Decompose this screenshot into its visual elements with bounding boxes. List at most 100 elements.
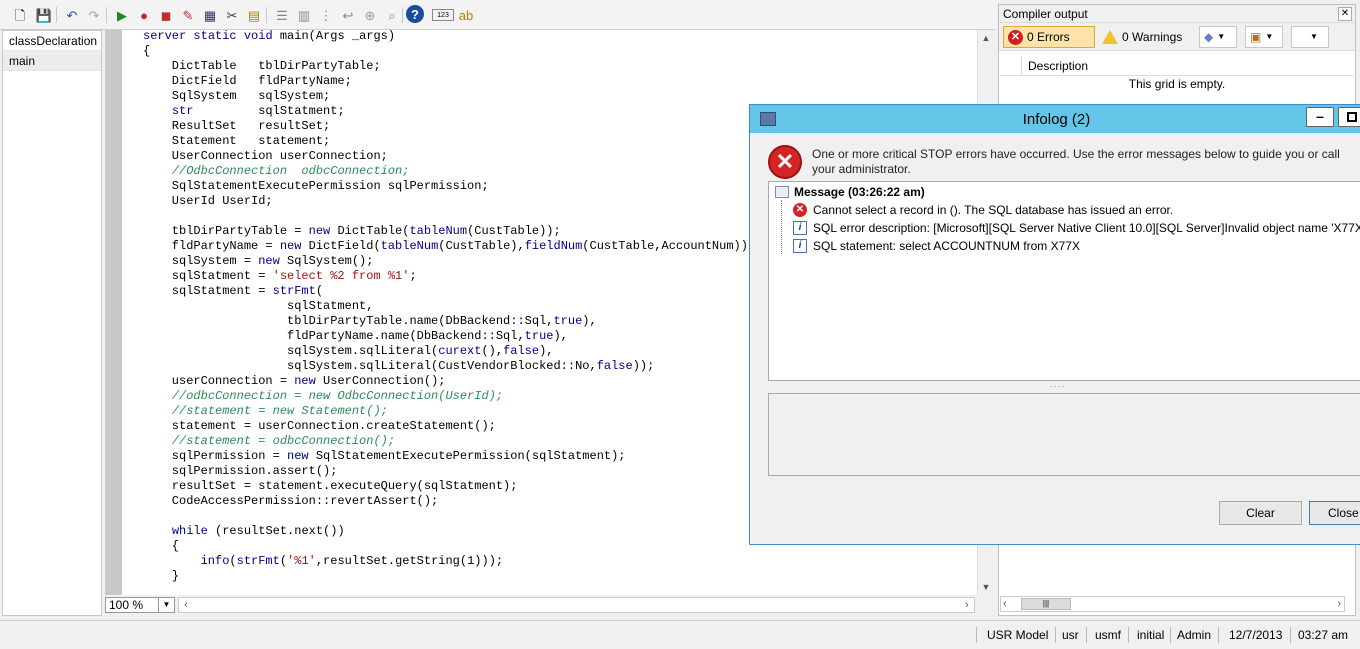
message-group-label: Message (03:26:22 am) <box>794 185 925 199</box>
code-line[interactable]: str sqlStatment; <box>143 104 755 119</box>
warning-icon <box>1102 30 1118 44</box>
code-line[interactable]: while (resultSet.next()) <box>143 524 755 539</box>
code-line[interactable]: SqlSystem sqlSystem; <box>143 89 755 104</box>
abc-icon[interactable]: ab <box>456 5 476 25</box>
error-icon: ✕ <box>1008 29 1023 45</box>
code-line[interactable]: { <box>143 539 755 554</box>
code-line[interactable]: fldPartyName.name(DbBackend::Sql,true), <box>143 329 755 344</box>
code-line[interactable]: DictTable tblDirPartyTable; <box>143 59 755 74</box>
minimize-button[interactable]: – <box>1306 107 1334 127</box>
help-icon[interactable]: ? <box>406 5 424 23</box>
code-line[interactable]: ​ <box>143 209 755 224</box>
maximize-button[interactable] <box>1338 107 1360 127</box>
code-line[interactable]: tblDirPartyTable = new DictTable(tableNu… <box>143 224 755 239</box>
status-date: 12/7/2013 <box>1229 628 1283 642</box>
code-line[interactable]: sqlPermission = new SqlStatementExecuteP… <box>143 449 755 464</box>
splitter-handle[interactable]: ···· <box>750 381 1360 391</box>
code-line[interactable]: CodeAccessPermission::revertAssert(); <box>143 494 755 509</box>
find-icon[interactable]: ⌕ <box>382 5 402 25</box>
list-icon[interactable]: ☰ <box>272 5 292 25</box>
breakpoint-icon[interactable]: ● <box>134 5 154 25</box>
eraser-icon: ◆ <box>1204 30 1214 44</box>
status-separator <box>1218 627 1219 643</box>
scroll-down-icon[interactable]: ▼ <box>978 579 994 595</box>
compiler-output-title-text: Compiler output <box>1003 7 1088 21</box>
code-line[interactable]: UserId UserId; <box>143 194 755 209</box>
lookup-icon[interactable]: ✂ <box>222 5 242 25</box>
chevron-down-icon: ▼ <box>1310 32 1318 41</box>
code-line[interactable]: resultSet = statement.executeQuery(sqlSt… <box>143 479 755 494</box>
method-item-main[interactable]: main <box>3 51 101 71</box>
scrollbar-thumb[interactable]: ||| <box>1021 598 1071 610</box>
run-icon[interactable]: ▶ <box>112 5 132 25</box>
script-icon[interactable]: ▤ <box>244 5 264 25</box>
redo-icon[interactable]: ↷ <box>84 5 104 25</box>
infolog-message-tree[interactable]: Message (03:26:22 am) ✕ Cannot select a … <box>768 181 1360 381</box>
code-line[interactable]: ResultSet resultSet; <box>143 119 755 134</box>
line-numbers-icon[interactable]: 123 <box>432 9 454 21</box>
code-line[interactable]: tblDirPartyTable.name(DbBackend::Sql,tru… <box>143 314 755 329</box>
code-line[interactable]: sqlPermission.assert(); <box>143 464 755 479</box>
method-item-classdeclaration[interactable]: classDeclaration <box>3 31 101 51</box>
infolog-titlebar[interactable]: Infolog (2) – <box>750 105 1360 133</box>
code-line[interactable]: DictField fldPartyName; <box>143 74 755 89</box>
code-line[interactable]: { <box>143 44 755 59</box>
scroll-up-icon[interactable]: ▲ <box>978 30 994 46</box>
code-line[interactable]: sqlSystem.sqlLiteral(CustVendorBlocked::… <box>143 359 755 374</box>
description-column-header[interactable]: Description <box>1028 59 1088 73</box>
close-icon[interactable]: ✕ <box>1338 7 1352 21</box>
editor-horizontal-scrollbar[interactable]: ‹ › <box>178 597 975 613</box>
clear-button[interactable]: Clear <box>1219 501 1302 525</box>
infolog-item-text: SQL statement: select ACCOUNTNUM from X7… <box>813 239 1080 253</box>
code-line[interactable]: UserConnection userConnection; <box>143 149 755 164</box>
code-line[interactable]: sqlStatment = 'select %2 from %1'; <box>143 269 755 284</box>
undo-icon[interactable]: ↶ <box>62 5 82 25</box>
status-separator <box>1170 627 1171 643</box>
code-line[interactable]: statement = userConnection.createStateme… <box>143 419 755 434</box>
maximize-icon <box>1347 112 1357 122</box>
code-line[interactable]: sqlStatment = strFmt( <box>143 284 755 299</box>
scroll-left-icon[interactable]: ‹ <box>179 598 193 612</box>
scroll-left-icon[interactable]: ‹ <box>1003 597 1007 611</box>
code-line[interactable]: server static void main(Args _args) <box>143 30 755 44</box>
new-icon[interactable]: 🗋 <box>10 5 30 25</box>
remove-breakpoints-icon[interactable]: ✎ <box>178 5 198 25</box>
compile-icon[interactable]: ▦ <box>200 5 220 25</box>
chevron-down-icon: ▼ <box>1217 32 1226 41</box>
toggle-breakpoint-icon[interactable]: ◼ <box>156 5 176 25</box>
code-line[interactable]: //odbcConnection = new OdbcConnection(Us… <box>143 389 755 404</box>
infolog-detail-pane <box>768 393 1360 476</box>
errors-filter-button[interactable]: ✕ 0 Errors <box>1003 26 1095 48</box>
warnings-filter-button[interactable]: 0 Warnings <box>1097 26 1189 48</box>
save-icon[interactable]: 💾 <box>34 5 54 25</box>
code-line[interactable]: //OdbcConnection odbcConnection; <box>143 164 755 179</box>
tasks-filter-button[interactable]: ▣ ▼ <box>1245 26 1283 48</box>
code-line[interactable]: info(strFmt('%1',resultSet.getString(1))… <box>143 554 755 569</box>
status-bar: USR Model usr usmf initial Admin 12/7/20… <box>0 620 1360 649</box>
properties-icon[interactable]: ▥ <box>294 5 314 25</box>
code-line[interactable]: SqlStatementExecutePermission sqlPermiss… <box>143 179 755 194</box>
scroll-right-icon[interactable]: › <box>1337 597 1341 611</box>
chevron-down-icon[interactable]: ▼ <box>158 598 174 612</box>
code-line[interactable]: userConnection = new UserConnection(); <box>143 374 755 389</box>
code-line[interactable]: //statement = new Statement(); <box>143 404 755 419</box>
close-button[interactable]: Close <box>1309 501 1360 525</box>
code-line[interactable]: ​ <box>143 509 755 524</box>
code-line[interactable]: sqlSystem.sqlLiteral(curext(),false), <box>143 344 755 359</box>
zoom-select[interactable]: 100 % ▼ <box>105 597 175 613</box>
status-partition: initial <box>1137 628 1165 642</box>
compiler-horizontal-scrollbar[interactable]: ‹ ||| › <box>1000 596 1345 612</box>
code-line[interactable]: sqlSystem = new SqlSystem(); <box>143 254 755 269</box>
code-line[interactable]: sqlStatment, <box>143 299 755 314</box>
code-line[interactable]: //statement = odbcConnection(); <box>143 434 755 449</box>
code-text[interactable]: server static void main(Args _args){ Dic… <box>143 30 755 584</box>
back-icon[interactable]: ↩ <box>338 5 358 25</box>
forward-icon[interactable]: ⊕ <box>360 5 380 25</box>
best-practice-filter-button[interactable]: ◆ ▼ <box>1199 26 1237 48</box>
code-line[interactable]: fldPartyName = new DictField(tableNum(Cu… <box>143 239 755 254</box>
tree-icon[interactable]: ⋮ <box>316 5 336 25</box>
scroll-right-icon[interactable]: › <box>960 598 974 612</box>
code-line[interactable]: Statement statement; <box>143 134 755 149</box>
more-options-button[interactable]: ▼ <box>1291 26 1329 48</box>
code-line[interactable]: } <box>143 569 755 584</box>
